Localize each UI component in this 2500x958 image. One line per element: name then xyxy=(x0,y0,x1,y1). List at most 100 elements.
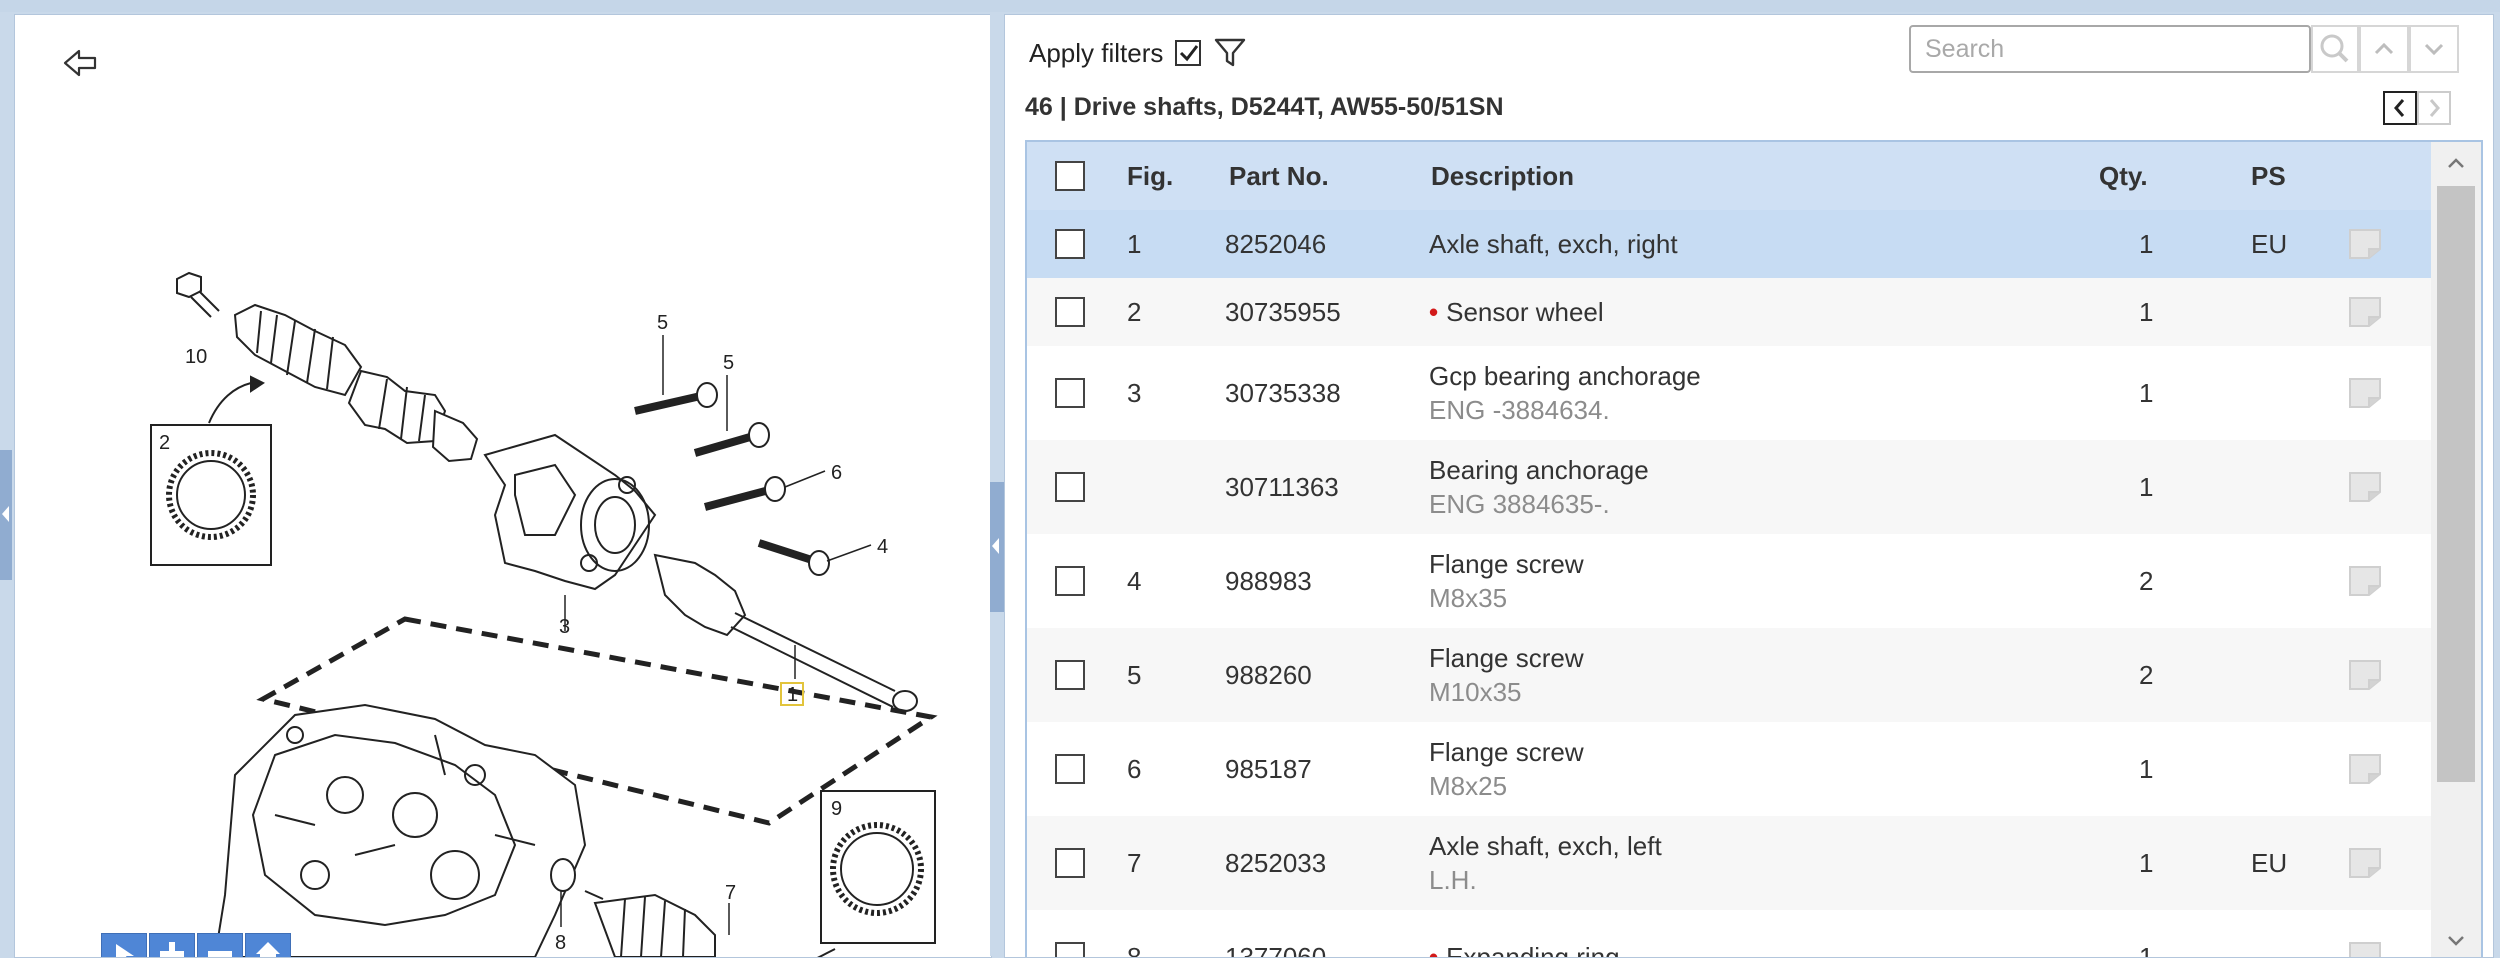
cell-fig: 1 xyxy=(1127,229,1142,259)
axle-left-illustration xyxy=(584,890,716,957)
flange-screws-illustration xyxy=(634,382,830,576)
callout-2: 2 xyxy=(159,432,170,454)
row-checkbox[interactable] xyxy=(1055,472,1085,502)
cell-qty: 2 xyxy=(2139,566,2154,596)
select-all-checkbox[interactable] xyxy=(1055,161,1085,191)
description-text: Flange screw xyxy=(1429,643,1584,673)
new-part-bullet-icon: • xyxy=(1429,297,1439,327)
next-match-button[interactable] xyxy=(2409,25,2459,73)
note-icon[interactable] xyxy=(2347,470,2383,504)
previous-group-button[interactable] xyxy=(2383,91,2417,125)
cell-ps: EU xyxy=(2251,229,2288,259)
description-text: Sensor wheel xyxy=(1446,297,1604,327)
row-checkbox[interactable] xyxy=(1055,229,1085,259)
table-row[interactable]: 5 988260 Flange screw M10x35 2 xyxy=(1027,628,2431,723)
cell-description-note: M8x25 xyxy=(1429,771,1508,801)
next-group-button[interactable] xyxy=(2417,91,2451,125)
row-checkbox[interactable] xyxy=(1055,848,1085,878)
cell-part-no: 988260 xyxy=(1225,660,1312,690)
scroll-up-icon[interactable] xyxy=(2443,150,2469,176)
left-collapse-handle[interactable] xyxy=(0,450,12,580)
diagram-panel: 10 2 5 5 6 4 3 1 9 8 7 xyxy=(14,14,992,958)
row-checkbox[interactable] xyxy=(1055,297,1085,327)
parts-list-panel: Apply filters 46 | Drive shafts, D5244T,… xyxy=(1004,14,2494,958)
zoom-in-button[interactable] xyxy=(149,933,195,957)
note-icon[interactable] xyxy=(2347,376,2383,410)
table-row[interactable]: 8 1377060 • Expanding ring 1 xyxy=(1027,910,2431,958)
callout-7: 7 xyxy=(725,882,736,904)
callout-5b: 5 xyxy=(723,352,734,374)
chevron-right-icon xyxy=(2429,99,2440,117)
table-header: Fig. Part No. Description Qty. PS xyxy=(1027,142,2431,211)
row-checkbox[interactable] xyxy=(1055,754,1085,784)
cell-qty: 1 xyxy=(2139,378,2154,408)
cell-part-no: 30735955 xyxy=(1225,297,1341,327)
fit-view-button[interactable] xyxy=(245,933,291,957)
cell-description-note: M10x35 xyxy=(1429,677,1522,707)
table-row[interactable]: 1 8252046 Axle shaft, exch, right 1 EU xyxy=(1027,210,2431,279)
description-text: Flange screw xyxy=(1429,737,1584,767)
chevron-left-icon xyxy=(2394,99,2405,117)
exploded-parts-diagram[interactable]: 10 2 5 5 6 4 3 1 9 8 7 xyxy=(15,15,991,957)
group-title: 46 | Drive shafts, D5244T, AW55-50/51SN xyxy=(1025,93,1504,121)
cell-description: Flange screw xyxy=(1429,643,1584,674)
header-description[interactable]: Description xyxy=(1431,142,1574,210)
callout-5a: 5 xyxy=(657,312,668,334)
note-icon[interactable] xyxy=(2347,658,2383,692)
scrollbar-thumb[interactable] xyxy=(2437,186,2475,782)
panel-splitter[interactable] xyxy=(990,12,1004,956)
table-scrollbar[interactable] xyxy=(2431,142,2481,957)
description-text: Axle shaft, exch, left xyxy=(1429,831,1662,861)
note-icon[interactable] xyxy=(2347,846,2383,880)
cell-description: Bearing anchorage xyxy=(1429,455,1649,486)
cell-fig: 7 xyxy=(1127,848,1142,878)
note-icon[interactable] xyxy=(2347,564,2383,598)
cell-description: Gcp bearing anchorage xyxy=(1429,361,1701,392)
previous-match-button[interactable] xyxy=(2359,25,2409,73)
row-checkbox[interactable] xyxy=(1055,566,1085,596)
top-bar xyxy=(0,0,2500,12)
header-qty[interactable]: Qty. xyxy=(2099,142,2148,210)
row-checkbox[interactable] xyxy=(1055,378,1085,408)
parts-table: Fig. Part No. Description Qty. PS 1 82520… xyxy=(1025,140,2483,958)
cell-description: Flange screw xyxy=(1429,737,1584,768)
table-row[interactable]: 3 30735338 Gcp bearing anchorage ENG -38846… xyxy=(1027,346,2431,441)
cell-description: Axle shaft, exch, right xyxy=(1429,229,1678,260)
cell-fig: 6 xyxy=(1127,754,1142,784)
filter-funnel-icon[interactable] xyxy=(1213,36,1247,70)
table-row[interactable]: 7 8252033 Axle shaft, exch, left L.H. 1 EU xyxy=(1027,816,2431,911)
cell-part-no: 8252046 xyxy=(1225,229,1327,259)
transmission-case-illustration xyxy=(213,703,587,957)
search-button[interactable] xyxy=(2311,25,2359,73)
header-ps[interactable]: PS xyxy=(2251,142,2286,210)
search-input[interactable] xyxy=(1909,25,2311,73)
header-part-no[interactable]: Part No. xyxy=(1229,142,1329,210)
cell-fig: 4 xyxy=(1127,566,1142,596)
cell-qty: 1 xyxy=(2139,848,2154,878)
search-icon xyxy=(2320,34,2349,63)
note-icon[interactable] xyxy=(2347,940,2383,958)
filter-row: Apply filters xyxy=(1029,35,1247,71)
callout-3: 3 xyxy=(559,616,570,638)
apply-filters-label: Apply filters xyxy=(1029,37,1164,68)
table-row[interactable]: 4 988983 Flange screw M8x35 2 xyxy=(1027,534,2431,629)
splitter-collapse-handle[interactable] xyxy=(990,482,1004,612)
scroll-down-icon[interactable] xyxy=(2443,928,2469,954)
plus-icon xyxy=(160,942,184,957)
note-icon[interactable] xyxy=(2347,227,2383,261)
header-fig[interactable]: Fig. xyxy=(1127,142,1173,210)
table-row[interactable]: 2 30735955 • Sensor wheel 1 xyxy=(1027,278,2431,347)
cell-description: Flange screw xyxy=(1429,549,1584,580)
table-row[interactable]: 30711363 Bearing anchorage ENG 3884635-. 1 xyxy=(1027,440,2431,535)
pan-button[interactable] xyxy=(101,933,147,957)
apply-filters-checkbox[interactable] xyxy=(1175,40,1202,66)
zoom-out-button[interactable] xyxy=(197,933,243,957)
cell-ps: EU xyxy=(2251,848,2288,878)
row-checkbox[interactable] xyxy=(1055,660,1085,690)
note-icon[interactable] xyxy=(2347,752,2383,786)
table-row[interactable]: 6 985187 Flange screw M8x25 1 xyxy=(1027,722,2431,817)
cell-description-note: M8x35 xyxy=(1429,583,1508,613)
note-icon[interactable] xyxy=(2347,295,2383,329)
description-text: Flange screw xyxy=(1429,549,1584,579)
cell-fig: 3 xyxy=(1127,378,1142,408)
